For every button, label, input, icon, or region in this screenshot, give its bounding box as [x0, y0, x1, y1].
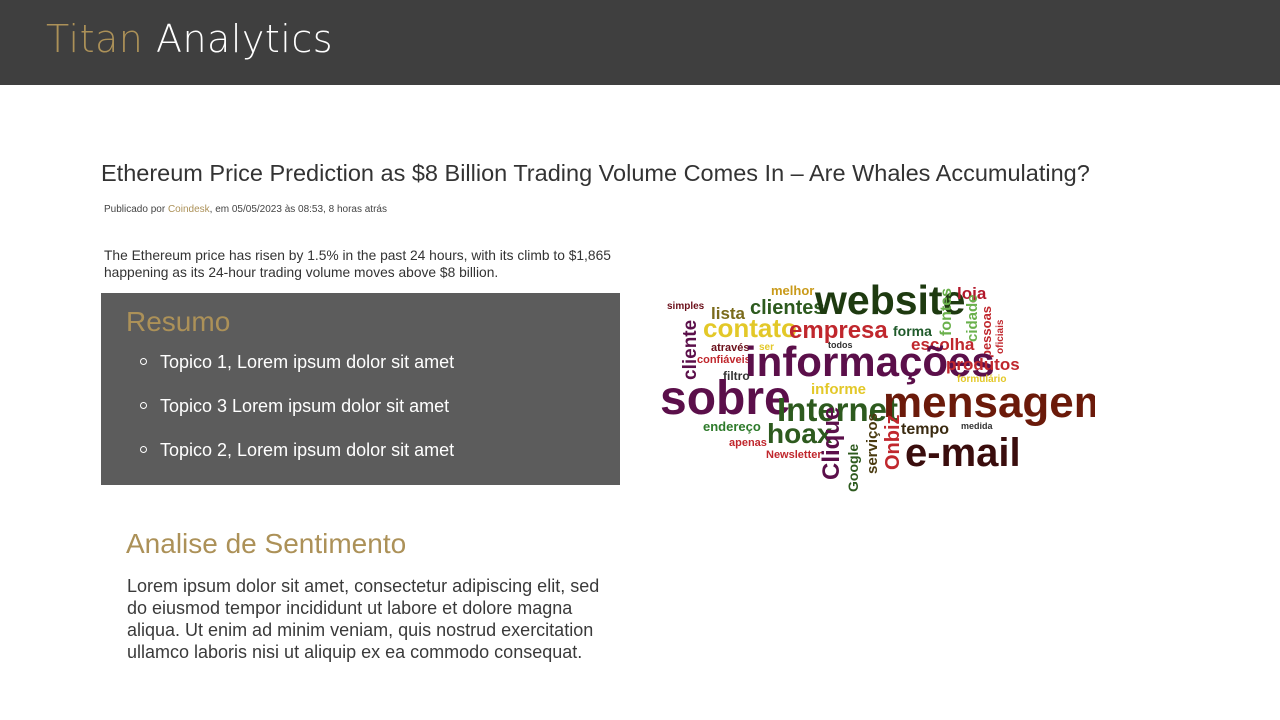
article-intro: The Ethereum price has risen by 1.5% in … — [104, 248, 611, 280]
summary-item: Topico 2, Lorem ipsum dolor sit amet — [101, 434, 454, 478]
wc-word-email: e-mail — [905, 431, 1021, 475]
wc-word-medida: medida — [961, 421, 994, 431]
wc-word-confiaveis: confiáveis — [697, 354, 751, 366]
summary-title: Resumo — [126, 306, 231, 337]
wc-word-cliente: cliente — [680, 320, 701, 380]
wc-word-melhor: melhor — [771, 283, 814, 298]
summary-item: Topico 1, Lorem ipsum dolor sit amet — [101, 346, 454, 390]
brand-name-part2: Analytics — [155, 17, 334, 61]
word-cloud-svg: simples lista melhor clientes website lo… — [660, 277, 1095, 492]
sentiment-title: Analise de Sentimento — [126, 528, 407, 559]
wc-word-google: Google — [845, 444, 861, 492]
wc-word-endereco: endereço — [703, 419, 761, 434]
wc-word-fontes: fontes — [938, 288, 955, 336]
wc-word-oficiais: oficiais — [995, 319, 1006, 354]
wc-word-newsletter: Newsletter — [766, 449, 822, 461]
bullet-icon — [140, 402, 147, 409]
bullet-icon — [140, 446, 147, 453]
wc-word-atraves: através — [711, 342, 750, 354]
wc-word-produtos: produtos — [946, 355, 1020, 374]
top-bar: Titan Analytics — [0, 0, 1280, 85]
article-title: Ethereum Price Prediction as $8 Billion … — [101, 160, 1090, 186]
summary-list: Topico 1, Lorem ipsum dolor sit amet Top… — [101, 346, 454, 478]
wc-word-simples: simples — [667, 301, 705, 312]
summary-panel: Resumo Topico 1, Lorem ipsum dolor sit a… — [101, 293, 620, 485]
source-link[interactable]: Coindesk — [168, 204, 210, 215]
article-byline: Publicado por Coindesk, em 05/05/2023 às… — [104, 204, 387, 215]
sentiment-body: Lorem ipsum dolor sit amet, consectetur … — [127, 576, 600, 662]
bullet-icon — [140, 358, 147, 365]
summary-item-label: Topico 1, Lorem ipsum dolor sit amet — [160, 352, 455, 372]
byline-prefix: Publicado por — [104, 204, 168, 215]
word-cloud-image: simples lista melhor clientes website lo… — [655, 270, 1095, 495]
wc-word-onbiz: Onbiz — [882, 414, 904, 470]
wc-word-servicos: serviços — [864, 413, 881, 474]
summary-item-label: Topico 3 Lorem ipsum dolor sit amet — [160, 396, 450, 416]
brand-logo[interactable]: Titan Analytics — [46, 16, 333, 62]
summary-item: Topico 3 Lorem ipsum dolor sit amet — [101, 390, 454, 434]
summary-item-label: Topico 2, Lorem ipsum dolor sit amet — [160, 440, 455, 460]
brand-name-part1: Titan — [46, 17, 144, 61]
wc-word-mensagem: mensagem — [883, 378, 1095, 427]
wc-word-clique: Clique — [818, 407, 845, 480]
wc-word-apenas: apenas — [729, 437, 767, 449]
byline-date: , em 05/05/2023 às 08:53, 8 horas atrás — [209, 204, 387, 215]
